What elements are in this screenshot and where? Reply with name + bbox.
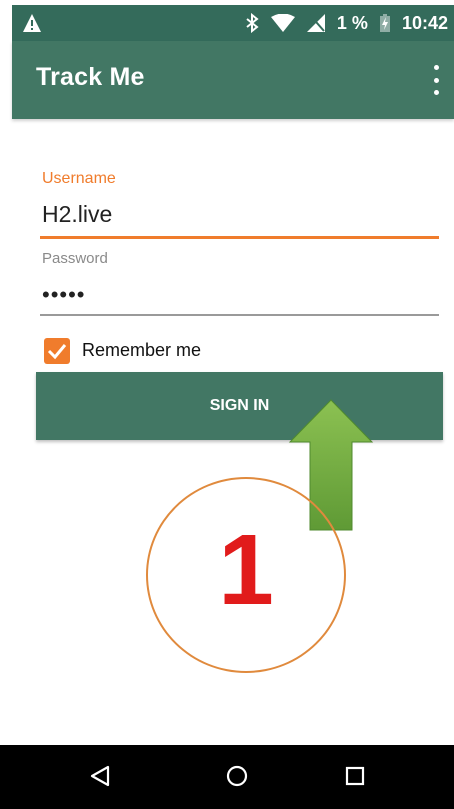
cellular-signal-icon bbox=[306, 14, 325, 32]
battery-percent: 1 % bbox=[336, 12, 368, 33]
recents-icon[interactable] bbox=[340, 761, 370, 791]
bluetooth-icon bbox=[246, 13, 259, 33]
warning-icon bbox=[23, 14, 41, 32]
sign-in-button[interactable]: SIGN IN bbox=[36, 372, 443, 440]
battery-charging-icon bbox=[379, 14, 390, 32]
remember-me-label[interactable]: Remember me bbox=[82, 340, 201, 361]
step-number: 1 bbox=[218, 514, 274, 626]
wifi-icon bbox=[270, 14, 295, 32]
app-bar: Track Me bbox=[12, 41, 454, 119]
app-title: Track Me bbox=[36, 63, 145, 91]
checkmark-icon bbox=[47, 344, 67, 360]
home-icon[interactable] bbox=[222, 761, 252, 791]
password-label: Password bbox=[42, 250, 108, 267]
status-bar: 1 % 10:42 bbox=[12, 5, 454, 41]
password-underline bbox=[40, 314, 439, 316]
overflow-menu-icon[interactable] bbox=[428, 65, 444, 95]
remember-me-checkbox[interactable] bbox=[44, 338, 70, 364]
username-label: Username bbox=[42, 170, 116, 187]
username-underline bbox=[40, 236, 439, 239]
navigation-bar bbox=[0, 745, 454, 809]
back-icon[interactable] bbox=[86, 761, 116, 791]
password-input[interactable]: ••••• bbox=[42, 282, 86, 308]
username-input[interactable]: H2.live bbox=[42, 201, 112, 228]
status-time: 10:42 bbox=[401, 12, 448, 33]
